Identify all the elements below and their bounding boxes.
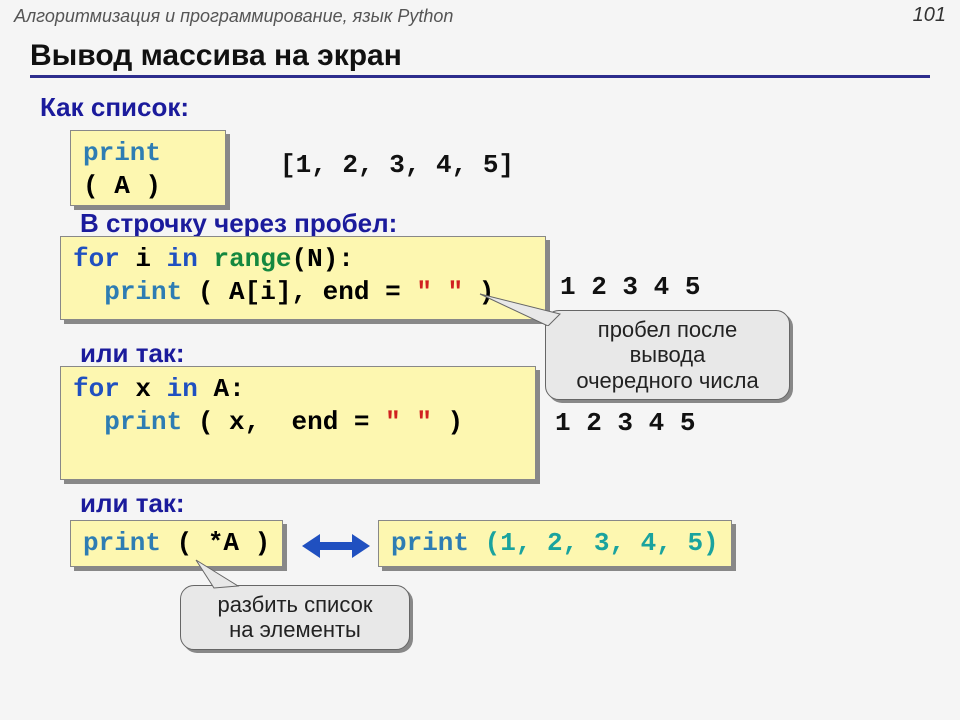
kw-print3: print bbox=[104, 407, 182, 437]
callout1-l3: очередного числа bbox=[576, 368, 758, 393]
kw-print: print bbox=[83, 138, 161, 168]
output-line1: 1 2 3 4 5 bbox=[560, 272, 700, 302]
tok-sp2: " " bbox=[385, 407, 432, 437]
tok-sp: " " bbox=[416, 277, 463, 307]
kw-range: range bbox=[213, 244, 291, 274]
tok-i: i bbox=[135, 244, 151, 274]
tok-x: x bbox=[135, 374, 151, 404]
callout2-l2: на элементы bbox=[229, 617, 361, 642]
section-line-space: В строчку через пробел: bbox=[80, 208, 397, 239]
tok-cp2: ) bbox=[448, 407, 464, 437]
code-print-nums: print (1, 2, 3, 4, 5) bbox=[378, 520, 732, 567]
section-or1: или так: bbox=[80, 338, 185, 369]
callout-split-list: разбить список на элементы bbox=[180, 585, 410, 650]
tok-Acolon: A: bbox=[213, 374, 244, 404]
code-print-star: print ( *A ) bbox=[70, 520, 283, 567]
double-arrow-icon bbox=[318, 542, 354, 550]
kw-print4: print bbox=[83, 528, 161, 558]
section-as-list: Как список: bbox=[40, 92, 960, 123]
output-line2: 1 2 3 4 5 bbox=[555, 408, 695, 438]
tok-endeq: = bbox=[354, 407, 385, 437]
section-or2: или так: bbox=[80, 488, 185, 519]
tok-xcomma: ( x, bbox=[198, 407, 260, 437]
callout-space-after: пробел после вывода очередного числа bbox=[545, 310, 790, 400]
kw-print5: print bbox=[391, 528, 469, 558]
output-list: [1, 2, 3, 4, 5] bbox=[280, 150, 514, 180]
tok-nums: (1, 2, 3, 4, 5) bbox=[485, 528, 719, 558]
callout1-l2: вывода bbox=[630, 342, 706, 367]
tok-eq: = bbox=[385, 277, 401, 307]
kw-for: for bbox=[73, 244, 120, 274]
callout1-l1: пробел после bbox=[598, 317, 737, 342]
tok-end2: end bbox=[291, 407, 338, 437]
tok-N: (N): bbox=[291, 244, 353, 274]
kw-in2: in bbox=[167, 374, 198, 404]
code-for-in-a: for x in A: print ( x, end = " " ) bbox=[60, 366, 536, 480]
page-number: 101 bbox=[913, 4, 946, 27]
tok-Ai: ( A[i], bbox=[198, 277, 307, 307]
kw-print2: print bbox=[104, 277, 182, 307]
code-print-a: print ( A ) bbox=[70, 130, 226, 206]
kw-for2: for bbox=[73, 374, 120, 404]
slide-title: Вывод массива на экран bbox=[30, 39, 930, 78]
token-open-a: ( A ) bbox=[83, 171, 161, 201]
callout2-tail bbox=[188, 556, 248, 590]
tok-end: end bbox=[323, 277, 370, 307]
callout1-tail bbox=[470, 286, 570, 326]
callout2-l1: разбить список bbox=[218, 592, 373, 617]
doc-header: Алгоритмизация и программирование, язык … bbox=[0, 0, 960, 29]
kw-in: in bbox=[167, 244, 198, 274]
tok-star: ( *A ) bbox=[177, 528, 271, 558]
